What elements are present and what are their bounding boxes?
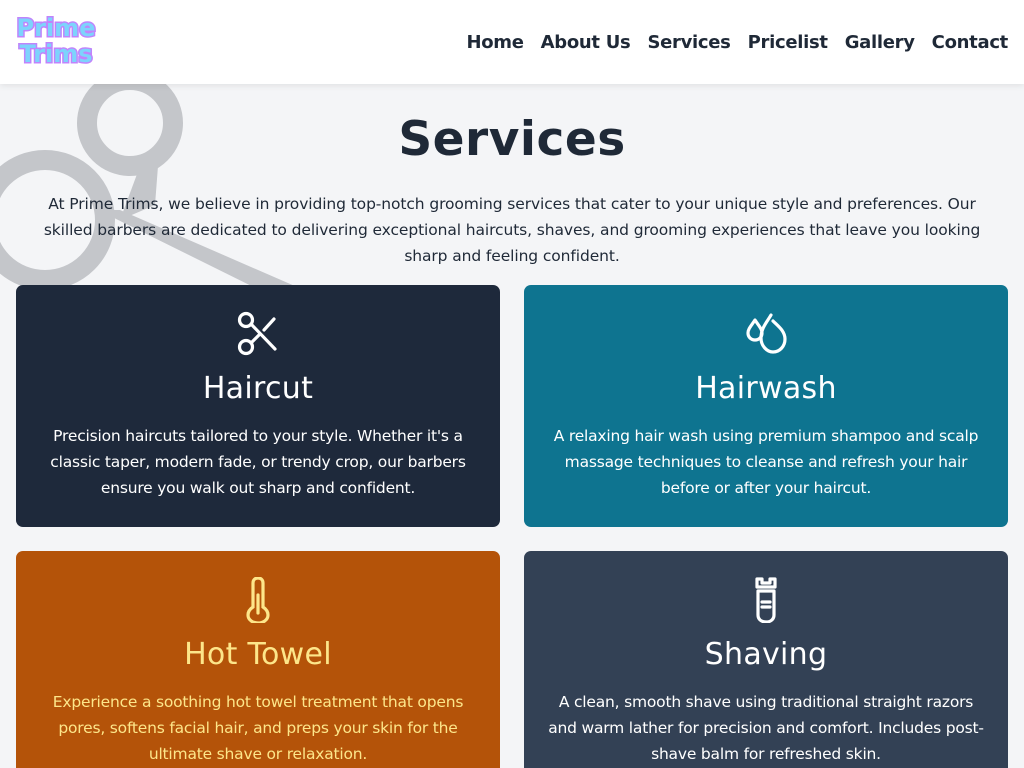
services-intro: At Prime Trims, we believe in providing … [43, 195, 981, 265]
nav-about-link[interactable]: About Us [541, 32, 631, 53]
service-card-hot-towel: Hot Towel Experience a soothing hot towe… [16, 551, 500, 768]
main-nav: Home About Us Services Pricelist Gallery… [466, 0, 1008, 84]
prime-trims-logo[interactable]: Prime Trims [14, 12, 98, 70]
thermometer-icon [246, 577, 270, 623]
card-description: A clean, smooth shave using traditional … [548, 693, 984, 763]
droplets-icon [746, 313, 787, 354]
card-title: Haircut [202, 371, 314, 406]
nav-gallery-link[interactable]: Gallery [845, 32, 915, 53]
svg-text:Prime: Prime [17, 14, 96, 42]
nav-home-link[interactable]: Home [466, 32, 524, 53]
razor-icon [755, 577, 777, 623]
site-header: Prime Trims Home About Us Services Price… [0, 0, 1024, 84]
services-title: Services [398, 112, 626, 167]
nav-contact-link[interactable]: Contact [932, 32, 1009, 53]
nav-pricelist-link[interactable]: Pricelist [748, 32, 828, 53]
card-title: Hot Towel [184, 637, 332, 672]
card-description: Experience a soothing hot towel treatmen… [52, 693, 464, 763]
card-description: A relaxing hair wash using premium shamp… [553, 427, 979, 497]
card-title: Hairwash [695, 371, 837, 406]
card-title: Shaving [704, 637, 828, 672]
service-card-hairwash: Hairwash A relaxing hair wash using prem… [524, 285, 1008, 527]
svg-text:Trims: Trims [19, 40, 92, 68]
scissors-icon [237, 311, 277, 356]
service-card-haircut: Haircut Precision haircuts tailored to y… [16, 285, 500, 527]
service-card-shaving: Shaving A clean, smooth shave using trad… [524, 551, 1008, 768]
card-description: Precision haircuts tailored to your styl… [50, 427, 466, 497]
nav-services-link[interactable]: Services [647, 32, 730, 53]
